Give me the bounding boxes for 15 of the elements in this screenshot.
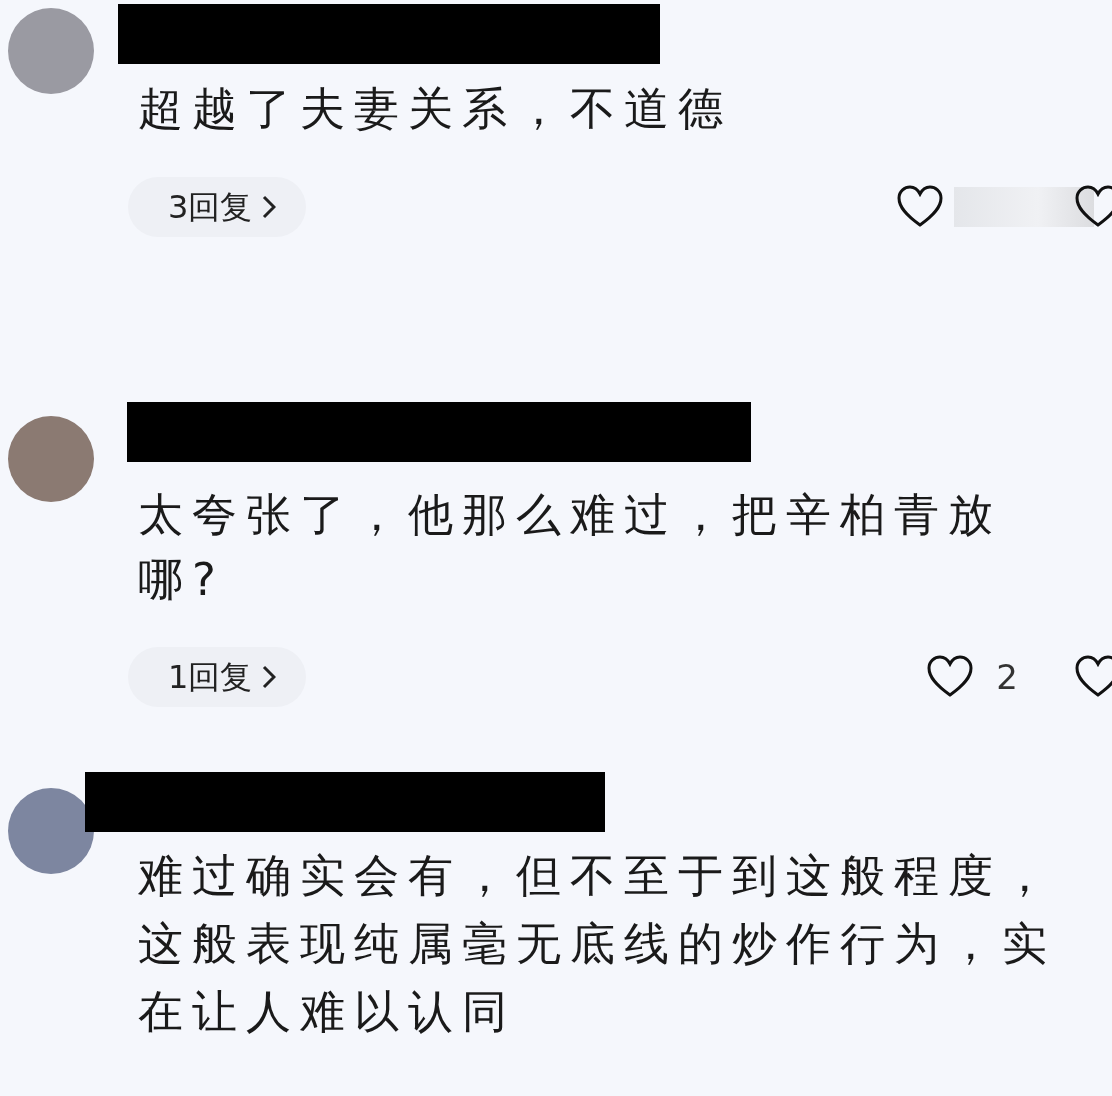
comment-text: 超越了夫妻关系，不道德 bbox=[138, 81, 733, 137]
like-count: 2 bbox=[996, 655, 1018, 699]
heart-icon[interactable] bbox=[1074, 185, 1112, 229]
comment-text: 哪? bbox=[138, 552, 226, 608]
heart-icon[interactable] bbox=[896, 185, 944, 229]
replies-button[interactable]: 3回复 bbox=[128, 177, 307, 237]
chevron-icon bbox=[262, 195, 277, 219]
heart-icon[interactable] bbox=[1074, 655, 1112, 699]
heart-icon[interactable] bbox=[926, 655, 975, 699]
comment-text: 这般表现纯属毫无底线的炒作行为，实 bbox=[138, 916, 1057, 972]
comment-text: 太夸张了，他那么难过，把辛柏青放 bbox=[138, 487, 1003, 543]
comment-text: 难过确实会有，但不至于到这般程度， bbox=[138, 848, 1057, 904]
comment-text: 在让人难以认同 bbox=[138, 984, 517, 1040]
chevron-icon bbox=[262, 665, 277, 689]
replies-button[interactable]: 1回复 bbox=[128, 647, 307, 707]
